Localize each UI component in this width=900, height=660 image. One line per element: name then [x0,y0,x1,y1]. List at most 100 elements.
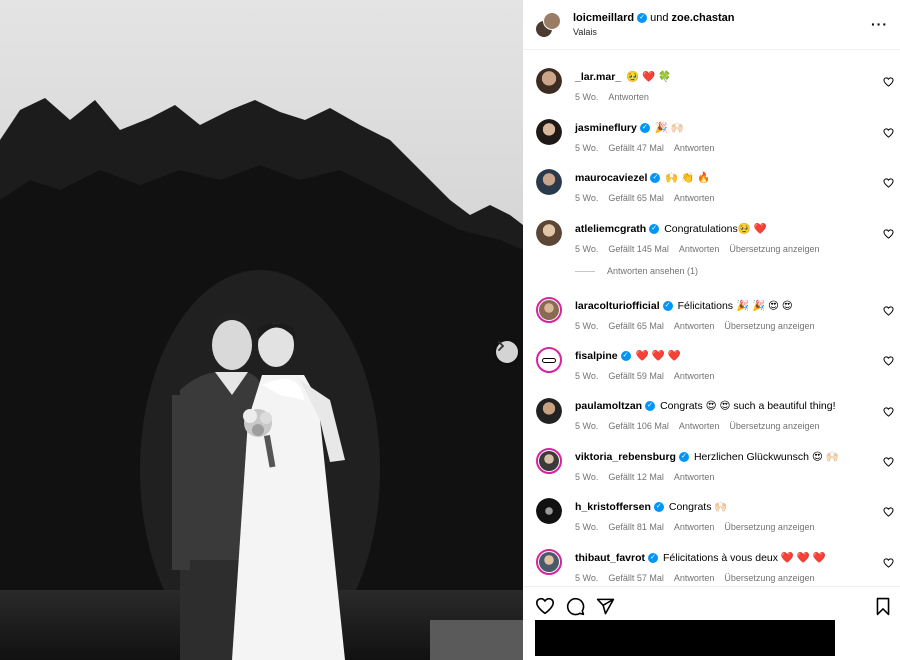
author-username[interactable]: loicmeillard [573,12,634,24]
comment-avatar[interactable] [536,448,562,474]
comment-avatar[interactable] [536,169,562,195]
comment-line: thibaut_favrot ✓ Félicitations à vous deux… [575,551,870,565]
comment-item: jasmineflury ✓ 🎉 🙌🏻 5 Wo. Gefällt 47 Mal Antw… [523,113,900,163]
comment-meta: 5 Wo. Gefällt 47 Mal Antworten [575,143,870,153]
reply-button[interactable]: Antworten [674,193,715,203]
comment-text: 🎉 🙌🏻 [654,122,684,134]
comment-likes[interactable]: Gefällt 57 Mal [608,573,664,583]
translate-button[interactable]: Übersetzung anzeigen [729,244,819,254]
reply-button[interactable]: Antworten [674,573,715,583]
comment-text: Herzlichen Glückwunsch 😍 🙌🏻 [693,451,839,463]
translate-button[interactable]: Übersetzung anzeigen [724,321,814,331]
comment-meta: 5 Wo. Gefällt 81 Mal Antworten Übersetzung … [575,522,870,532]
comment-avatar[interactable] [536,549,562,575]
comment-line: h_kristoffersen ✓ Congrats 🙌🏻 [575,500,870,514]
comment-like-icon[interactable] [883,229,894,239]
comment-likes[interactable]: Gefällt 65 Mal [608,193,664,203]
comment-item: paulamoltzan ✓ Congrats 😍 😍 such a beautif… [523,392,900,442]
comment-time: 5 Wo. [575,92,599,102]
comment-like-icon[interactable] [883,558,894,568]
comment-likes[interactable]: Gefällt 145 Mal [608,244,669,254]
comment-like-icon[interactable] [883,356,894,366]
comment-meta: 5 Wo. Gefällt 106 Mal Antworten Übersetzung… [575,421,870,431]
verified-icon: ✓ [645,401,656,411]
comment-likes[interactable]: Gefällt 65 Mal [608,321,664,331]
comment-likes[interactable]: Gefällt 59 Mal [608,371,664,381]
bookmark-icon[interactable] [875,597,891,616]
comment-line: viktoria_rebensburg ✓ Herzlichen Glückwuns… [575,450,870,464]
comment-like-icon[interactable] [883,507,894,517]
comment-username[interactable]: laracolturiofficial [575,300,660,312]
reply-button[interactable]: Antworten [679,244,720,254]
comment-likes[interactable]: Gefällt 12 Mal [608,472,664,482]
reply-button[interactable]: Antworten [679,421,720,431]
comment-time: 5 Wo. [575,421,599,431]
reply-button[interactable]: Antworten [608,92,649,102]
audi-logo-icon [542,357,556,363]
comment-item: laracolturiofficial ✓ Félicitations 🎉 🎉 😍 … [523,291,900,341]
comment-line: maurocaviezel ✓ 🙌 👏 🔥 [575,171,870,185]
reply-button[interactable]: Antworten [674,143,715,153]
comment-like-icon[interactable] [883,128,894,138]
comment-like-icon[interactable] [883,457,894,467]
reply-button[interactable]: Antworten [674,321,715,331]
avatar-image [539,350,559,370]
comment-avatar[interactable] [536,68,562,94]
comment-likes[interactable]: Gefällt 47 Mal [608,143,664,153]
comment-username[interactable]: paulamoltzan [575,400,642,412]
comment-time: 5 Wo. [575,522,599,532]
comment-avatar[interactable] [536,297,562,323]
comment-avatar[interactable] [536,398,562,424]
comment-text: Congrats 🙌🏻 [668,501,728,513]
share-icon[interactable] [596,597,615,616]
comment-like-icon[interactable] [883,306,894,316]
avatar-image [539,552,559,572]
comment-avatar[interactable] [536,119,562,145]
comment-username[interactable]: _lar.mar_ [575,71,621,83]
verified-icon: ✓ [650,172,661,183]
comment-username[interactable]: thibaut_favrot [575,552,645,564]
comment-body: laracolturiofficial ✓ Félicitations 🎉 🎉 😍 … [575,299,870,332]
verified-icon: ✓ [648,552,659,563]
comment-meta: 5 Wo. Gefällt 57 Mal Antworten Übersetzung … [575,573,870,583]
collab-username[interactable]: zoe.chastan [672,12,735,24]
comment-meta: 5 Wo. Gefällt 12 Mal Antworten [575,472,870,482]
comment-username[interactable]: jasmineflury [575,122,637,134]
comment-avatar[interactable] [536,220,562,246]
comment-username[interactable]: h_kristoffersen [575,501,651,513]
comment-like-icon[interactable] [883,407,894,417]
reply-button[interactable]: Antworten [674,371,715,381]
reply-button[interactable]: Antworten [674,522,715,532]
comment-avatar[interactable] [536,347,562,373]
comment-line: laracolturiofficial ✓ Félicitations 🎉 🎉 😍 … [575,299,870,313]
more-icon[interactable]: ··· [871,16,888,32]
next-image-button[interactable] [496,341,518,363]
view-replies-button[interactable]: Antworten ansehen (1) [575,266,698,276]
comment-username[interactable]: atleliemcgrath [575,223,646,235]
heart-icon[interactable] [535,597,555,615]
translate-button[interactable]: Übersetzung anzeigen [724,573,814,583]
comment-username[interactable]: viktoria_rebensburg [575,451,676,463]
chevron-right-icon [498,341,505,351]
comment-avatar[interactable] [536,498,562,524]
comment-username[interactable]: maurocaviezel [575,172,647,184]
comment-like-icon[interactable] [883,178,894,188]
comment-body: viktoria_rebensburg ✓ Herzlichen Glückwuns… [575,450,870,483]
comment-like-icon[interactable] [883,77,894,87]
translate-button[interactable]: Übersetzung anzeigen [724,522,814,532]
comment-text: Congratulations🥹 ❤️ [664,223,767,235]
collab-connector: und [650,12,669,24]
view-replies-label: Antworten ansehen (1) [607,266,699,276]
collab-avatar[interactable] [535,11,561,38]
comment-icon[interactable] [566,597,585,616]
comment-item: fisalpine ✓ ❤️ ❤️ ❤️ 5 Wo. Gefällt 59 Mal Ant… [523,341,900,391]
comment-body: h_kristoffersen ✓ Congrats 🙌🏻 5 Wo. Gefällt … [575,500,870,533]
translate-button[interactable]: Übersetzung anzeigen [729,421,819,431]
comment-likes[interactable]: Gefällt 81 Mal [608,522,664,532]
verified-icon: ✓ [639,122,650,133]
comment-likes[interactable]: Gefällt 106 Mal [608,421,669,431]
comment-username[interactable]: fisalpine [575,350,618,362]
reply-button[interactable]: Antworten [674,472,715,482]
post-location[interactable]: Valais [573,27,734,37]
avatar-image [536,119,562,145]
